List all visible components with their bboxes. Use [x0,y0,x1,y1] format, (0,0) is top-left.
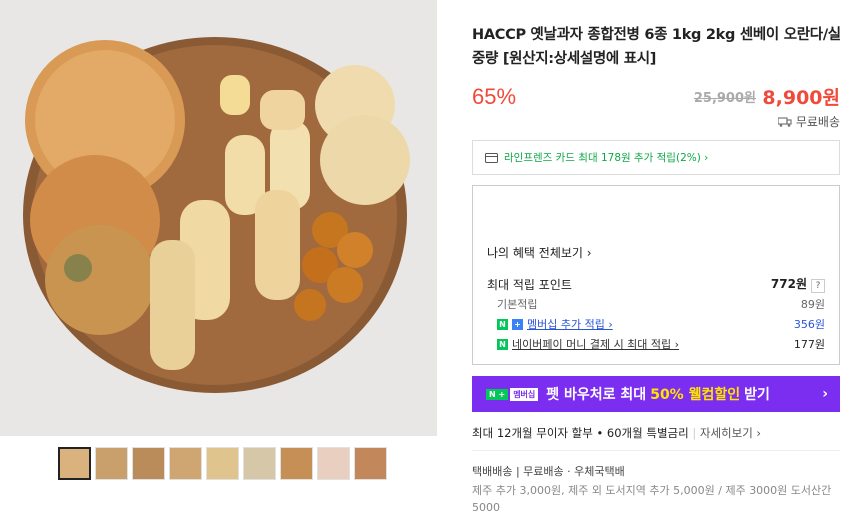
benefit-row-basic: 기본적립 89원 [487,296,825,312]
benefit-label: 최대 적립 포인트 [487,277,572,292]
divider [472,450,840,451]
thumbnail[interactable] [58,447,91,480]
benefit-label: 멤버십 추가 적립 › [527,318,613,331]
thumbnail[interactable] [206,447,239,480]
cracker-platter-illustration [0,0,437,436]
truck-icon [777,116,792,127]
installment-info: 최대 12개월 무이자 할부 • 60개월 특별금리 | 자세히보기 › [472,426,762,440]
benefit-value: 356원 [793,318,825,331]
shipping-info: 무료배송 [777,113,840,130]
thumbnail[interactable] [169,447,202,480]
benefit-row-membership[interactable]: N + 멤버십 추가 적립 › 356원 [487,316,825,332]
benefit-row-max: 최대 적립 포인트 772원? [487,275,825,293]
sale-price: 8,900원 [762,87,840,109]
benefit-value: 89원 [800,298,825,311]
banner-highlight: 50% 웰컴할인 [650,387,741,403]
product-main-image[interactable] [0,0,437,436]
installment-more-link[interactable]: 자세히보기 › [700,426,761,440]
naver-plus-badge: N + [486,388,509,400]
thumbnail[interactable] [280,447,313,480]
benefit-label: 기본적립 [497,298,538,311]
delivery-info: 택배배송 | 무료배송 · 우체국택배 [472,465,625,478]
installment-text: 최대 12개월 무이자 할부 • 60개월 특별금리 [472,426,689,440]
thumbnail[interactable] [243,447,276,480]
chevron-right-icon: › [822,386,828,402]
banner-text-post: 받기 [744,387,770,403]
thumbnail[interactable] [95,447,128,480]
benefit-value: 177원 [793,338,825,351]
membership-badge: 멤버십 [510,387,539,401]
thumbnail[interactable] [132,447,165,480]
credit-card-icon [485,152,498,163]
card-promo[interactable]: 라인프렌즈 카드 최대 178원 추가 적립(2%) › [472,140,840,175]
product-gallery [0,0,437,528]
plus-icon: + [512,318,523,330]
thumbnail[interactable] [317,447,350,480]
card-promo-text: 라인프렌즈 카드 최대 178원 추가 적립(2%) › [504,152,709,164]
benefit-label: 네이버페이 머니 결제 시 최대 적립 › [512,338,680,351]
benefit-panel: 나의 혜택 전체보기 › 최대 적립 포인트 772원? 기본적립 89원 N +… [472,185,840,365]
product-title: HACCP 옛날과자 종합전병 6종 1kg 2kg 센베이 오란다/실중량 [… [472,27,841,67]
benefit-value: 772원 [770,277,807,291]
discount-rate: 65% [472,84,517,109]
pet-voucher-banner[interactable]: N + 멤버십 펫 바우처로 최대 50% 웰컴할인 받기 › [472,376,840,412]
naver-n-icon: N [497,318,508,330]
shipping-label: 무료배송 [795,115,840,129]
original-price: 25,900원 [693,91,756,106]
extra-fee-info: 제주 추가 3,000원, 제주 외 도서지역 추가 5,000원 / 제주 3… [472,484,832,514]
naverpay-icon: N [497,338,508,350]
benefit-row-naverpay[interactable]: N 네이버페이 머니 결제 시 최대 적립 › 177원 [487,336,825,352]
banner-text-pre: 펫 바우처로 최대 [546,387,647,403]
thumbnail[interactable] [354,447,387,480]
help-icon[interactable]: ? [811,279,825,293]
thumbnail-strip [58,447,387,480]
benefit-view-all[interactable]: 나의 혜택 전체보기 › [487,244,592,261]
